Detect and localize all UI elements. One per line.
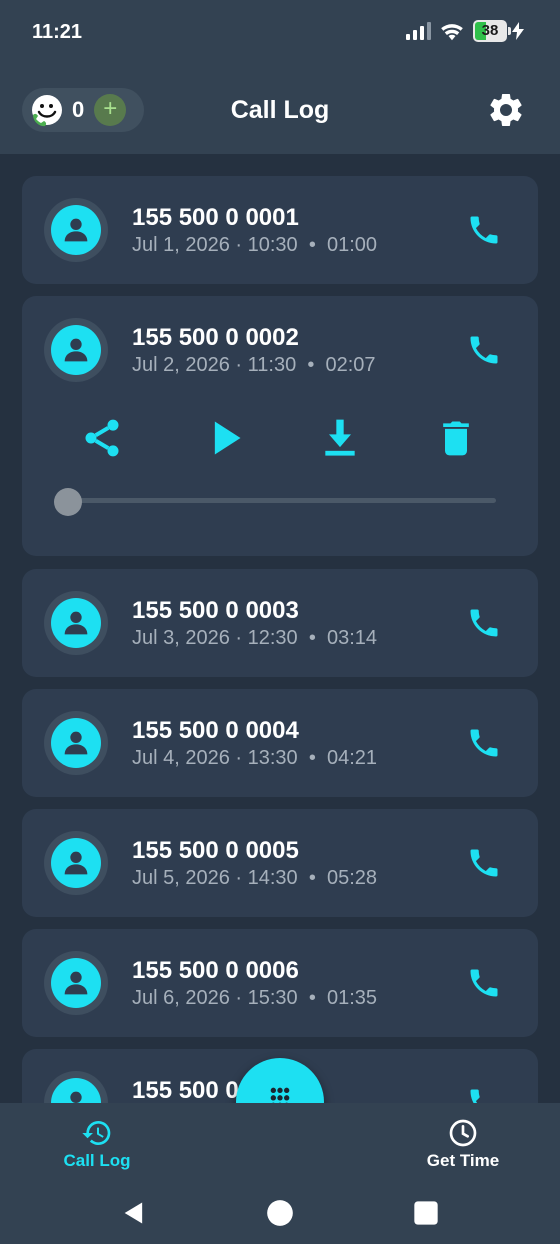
call-log-item[interactable]: 155 500 0 0005 Jul 5, 2026 · 14:30 • 05:2… xyxy=(22,809,538,917)
bottom-navigation: Call Log Get Time xyxy=(0,1103,560,1183)
contact-avatar xyxy=(44,951,108,1015)
person-icon xyxy=(51,598,101,648)
call-number: 155 500 0 0003 xyxy=(132,597,299,624)
call-duration: 03:14 xyxy=(326,627,378,649)
person-icon xyxy=(51,958,101,1008)
playback-seek-thumb[interactable] xyxy=(54,488,82,516)
meta-separator: • xyxy=(308,234,316,256)
meta-separator: • xyxy=(308,627,316,649)
settings-gear-icon[interactable] xyxy=(486,90,526,130)
contact-avatar xyxy=(44,318,108,382)
call-number: 155 500 0 0006 xyxy=(132,957,299,984)
call-log-item[interactable]: 155 500 0 0003 Jul 3, 2026 · 12:30 • 03:1… xyxy=(22,569,538,677)
call-meta: Jul 1, 2026 · 10:30 • 01:00 xyxy=(132,234,377,257)
call-back-phone-icon[interactable] xyxy=(466,212,502,248)
call-duration: 01:35 xyxy=(326,987,378,1009)
charging-bolt-icon xyxy=(512,22,524,40)
call-date: Jul 4, 2026 · 13:30 xyxy=(132,747,298,769)
delete-icon[interactable] xyxy=(434,416,478,460)
call-meta: Jul 3, 2026 · 12:30 • 03:14 xyxy=(132,627,377,650)
call-meta: Jul 4, 2026 · 13:30 • 04:21 xyxy=(132,747,377,770)
back-icon[interactable] xyxy=(120,1199,148,1227)
call-back-phone-icon[interactable] xyxy=(466,332,502,368)
system-navigation-bar xyxy=(0,1183,560,1244)
call-date: Jul 5, 2026 · 14:30 xyxy=(132,867,298,889)
contact-avatar xyxy=(44,711,108,775)
status-bar: 11:21 38 xyxy=(0,0,560,64)
call-meta: Jul 2, 2026 · 11:30 • 02:07 xyxy=(132,354,376,377)
battery-level: 38 xyxy=(481,22,499,39)
call-date: Jul 2, 2026 · 11:30 xyxy=(132,354,297,376)
person-icon xyxy=(51,205,101,255)
nav-get-time-label: Get Time xyxy=(426,1151,500,1170)
call-number: 155 500 0 0004 xyxy=(132,717,299,744)
call-log-item[interactable]: 155 500 0 0004 Jul 4, 2026 · 13:30 • 04:2… xyxy=(22,689,538,797)
call-back-phone-icon[interactable] xyxy=(466,605,502,641)
call-duration: 02:07 xyxy=(325,354,376,376)
battery-indicator: 38 xyxy=(473,20,524,42)
nav-call-log-label: Call Log xyxy=(63,1151,131,1170)
person-icon xyxy=(51,325,101,375)
call-duration: 05:28 xyxy=(326,867,378,889)
recents-icon[interactable] xyxy=(412,1199,440,1227)
recording-actions xyxy=(22,414,538,464)
home-icon[interactable] xyxy=(266,1199,294,1227)
clock-icon xyxy=(449,1119,477,1147)
call-meta: Jul 6, 2026 · 15:30 • 01:35 xyxy=(132,987,377,1010)
call-back-phone-icon[interactable] xyxy=(466,725,502,761)
call-date: Jul 6, 2026 · 15:30 xyxy=(132,987,298,1009)
nav-get-time[interactable]: Get Time xyxy=(388,1103,538,1183)
app-bar: 0 + Call Log xyxy=(0,64,560,154)
download-icon[interactable] xyxy=(318,416,362,460)
call-duration: 01:00 xyxy=(326,234,378,256)
status-icons: 38 xyxy=(405,20,524,42)
meta-separator: • xyxy=(308,867,316,889)
share-icon[interactable] xyxy=(80,416,124,460)
playback-seek-bar[interactable] xyxy=(56,498,496,503)
screen: 11:21 38 0 + Call Log 155 500 0 0001 Jul… xyxy=(0,0,560,1244)
meta-separator: • xyxy=(308,747,316,769)
nav-call-log[interactable]: Call Log xyxy=(22,1103,172,1183)
call-duration: 04:21 xyxy=(326,747,378,769)
call-log-item[interactable]: 155 500 0 0006 Jul 6, 2026 · 15:30 • 01:3… xyxy=(22,929,538,1037)
meta-separator: • xyxy=(307,354,315,376)
meta-separator: • xyxy=(308,987,316,1009)
call-date: Jul 3, 2026 · 12:30 xyxy=(132,627,298,649)
call-number: 155 500 0 0001 xyxy=(132,204,299,231)
call-number: 155 500 0 0002 xyxy=(132,324,299,351)
signal-icon xyxy=(406,22,431,40)
call-back-phone-icon[interactable] xyxy=(466,965,502,1001)
wifi-icon xyxy=(441,24,463,41)
page-title: Call Log xyxy=(230,96,330,124)
call-back-phone-icon[interactable] xyxy=(466,845,502,881)
call-number: 155 500 0 xyxy=(132,1077,239,1104)
call-date: Jul 1, 2026 · 10:30 xyxy=(132,234,298,256)
status-time: 11:21 xyxy=(32,21,83,43)
person-icon xyxy=(51,718,101,768)
history-icon xyxy=(82,1121,111,1145)
contact-avatar xyxy=(44,831,108,895)
call-log-item[interactable]: 155 500 0 0001 Jul 1, 2026 · 10:30 • 01:0… xyxy=(22,176,538,284)
contact-avatar xyxy=(44,198,108,262)
call-number: 155 500 0 0005 xyxy=(132,837,299,864)
call-meta: Jul 5, 2026 · 14:30 • 05:28 xyxy=(132,867,377,890)
call-log-item[interactable]: 155 500 0 0002 Jul 2, 2026 · 11:30 • 02:0… xyxy=(22,296,538,556)
person-icon xyxy=(51,838,101,888)
contact-avatar xyxy=(44,591,108,655)
play-icon[interactable] xyxy=(202,416,246,460)
